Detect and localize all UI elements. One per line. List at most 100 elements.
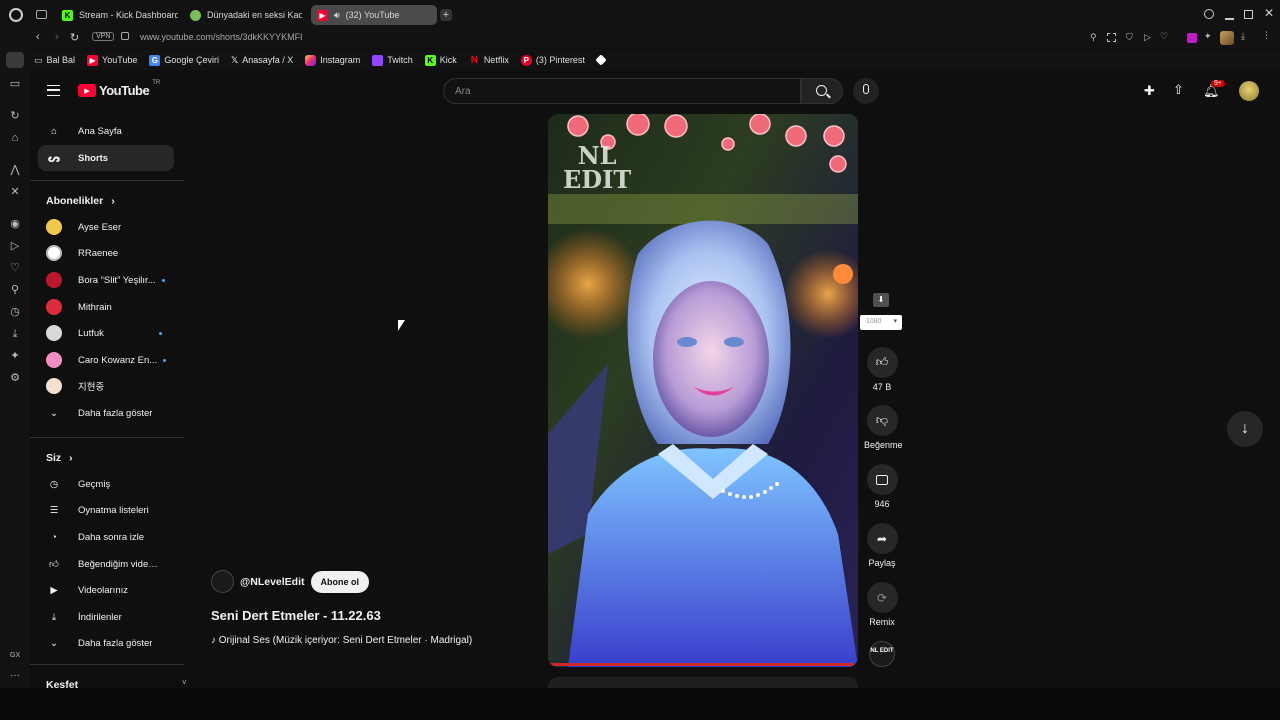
forward-icon[interactable]: › bbox=[55, 31, 59, 43]
bookmark-youtube[interactable]: ▶ YouTube bbox=[87, 54, 137, 66]
notifications-button[interactable]: 🔔︎ 9+ bbox=[1203, 80, 1225, 100]
downloads-icon[interactable]: ⤓ bbox=[1241, 31, 1245, 42]
you-title[interactable]: Siz › bbox=[46, 452, 73, 464]
controller-icon[interactable]: ▭ bbox=[9, 78, 21, 90]
download-button[interactable]: ⬇ bbox=[873, 293, 889, 307]
tab-search-icon[interactable] bbox=[1204, 9, 1214, 19]
subscription-item[interactable]: RRaenee bbox=[38, 240, 174, 266]
next-short-button[interactable]: ↓ bbox=[1227, 411, 1263, 447]
subscription-item[interactable]: Caro Kowanz En... bbox=[38, 347, 174, 373]
bookmark-twitch[interactable]: Twitch bbox=[372, 54, 413, 66]
music-label[interactable]: ♪ Orijinal Ses (Müzik içeriyor: Seni Der… bbox=[211, 635, 531, 646]
pod-icon[interactable]: ⌂ bbox=[9, 132, 21, 144]
nav-your-videos[interactable]: ▶ Videolarınız bbox=[38, 577, 174, 603]
new-tab-button[interactable]: + bbox=[440, 9, 452, 21]
channel-avatar[interactable] bbox=[211, 570, 234, 593]
search-button[interactable] bbox=[801, 78, 843, 104]
settings-icon[interactable]: ⚙ bbox=[9, 372, 21, 384]
bookmark-netflix[interactable]: N Netflix bbox=[469, 55, 509, 66]
bookmark-x[interactable]: 𝕏 Anasayfa / X bbox=[231, 55, 293, 66]
url-field[interactable]: www.youtube.com/shorts/3dkKKYYKMFI bbox=[140, 32, 303, 42]
quality-select[interactable]: 1080 ▾ bbox=[860, 315, 902, 330]
bookmark-pinterest[interactable]: P (3) Pinterest bbox=[520, 54, 585, 66]
download-sidebar-icon[interactable]: ⤓ bbox=[9, 328, 21, 340]
channel-avatar-button[interactable]: NL EDIT bbox=[869, 641, 895, 667]
bookmark-extra[interactable] bbox=[595, 54, 607, 66]
show-more-you[interactable]: ⌄ Daha fazla göster bbox=[38, 630, 174, 656]
nav-playlists[interactable]: ☰ Oynatma listeleri bbox=[38, 497, 174, 523]
subscribe-button[interactable]: Abone ol bbox=[310, 570, 370, 593]
thumbs-down-icon: 👎︎ bbox=[875, 413, 889, 427]
bookmark-kick[interactable]: K Kick bbox=[424, 54, 457, 66]
subscriptions-title[interactable]: Abonelikler › bbox=[46, 195, 115, 207]
hamburger-menu-icon[interactable] bbox=[47, 85, 60, 96]
history-sidebar-icon[interactable]: ◷ bbox=[9, 306, 21, 318]
explore-title[interactable]: Keşfet bbox=[46, 679, 78, 688]
restore-icon[interactable] bbox=[1244, 10, 1253, 19]
like-button[interactable]: 👍︎ 47 B bbox=[864, 347, 900, 392]
nav-downloads[interactable]: ⤓ İndirilenler bbox=[38, 604, 174, 630]
search-input[interactable]: Ara bbox=[443, 78, 801, 104]
channel-watermark: NL EDIT bbox=[563, 141, 632, 194]
channel-name[interactable]: @NLevelEdit bbox=[240, 576, 305, 588]
show-more-subscriptions[interactable]: ⌄ Daha fazla göster bbox=[38, 400, 174, 426]
subscription-item[interactable]: 지현중 bbox=[38, 373, 174, 399]
subscription-item[interactable]: Mithrain bbox=[38, 294, 174, 320]
menu-icon[interactable]: ⋮ bbox=[1262, 30, 1271, 41]
more-icon[interactable]: ··· bbox=[10, 670, 20, 681]
nav-watch-later[interactable]: ◔ Daha sonra izle bbox=[38, 524, 174, 550]
speaker-icon[interactable]: 🔊︎ bbox=[334, 10, 340, 21]
home-sidebar-icon[interactable] bbox=[6, 52, 24, 68]
minimize-icon[interactable] bbox=[1225, 18, 1234, 20]
close-icon[interactable]: ✕ bbox=[1264, 6, 1274, 20]
create-button[interactable]: ✚ bbox=[1144, 83, 1155, 99]
nav-liked-videos[interactable]: 👍︎ Beğendiğim videolar bbox=[38, 551, 174, 577]
play-icon[interactable]: ▷ bbox=[1144, 32, 1151, 43]
tab-youtube[interactable]: ▶ 🔊︎ (32) YouTube bbox=[311, 5, 437, 25]
x-sidebar-icon[interactable]: ✕ bbox=[9, 186, 21, 198]
nav-home[interactable]: ⌂ Ana Sayfa bbox=[38, 118, 174, 144]
reload-icon[interactable]: ↻ bbox=[70, 31, 79, 44]
nav-shorts[interactable]: ᔕ Shorts bbox=[38, 145, 174, 171]
nav-history[interactable]: ◷ Geçmiş bbox=[38, 471, 174, 497]
account-avatar[interactable] bbox=[1239, 81, 1259, 101]
refresh-sidebar-icon[interactable]: ↻ bbox=[9, 110, 21, 122]
scroll-down-icon[interactable]: ˅ bbox=[182, 678, 187, 687]
upload-icon[interactable]: ⇧ bbox=[1173, 82, 1184, 98]
share-button[interactable]: ➦ Paylaş bbox=[864, 523, 900, 568]
puzzle-icon[interactable]: ✦ bbox=[1204, 31, 1212, 42]
bookmark-folder[interactable]: ▭ Bal Bal bbox=[34, 55, 75, 66]
bookmark-instagram[interactable]: Instagram bbox=[305, 54, 360, 66]
short-title[interactable]: Seni Dert Etmeler - 11.22.63 bbox=[211, 608, 531, 623]
tab-workspace-icon[interactable] bbox=[36, 10, 47, 19]
scroll-up-icon[interactable]: ˄ bbox=[182, 112, 187, 115]
snapshot-icon[interactable] bbox=[1107, 33, 1116, 42]
heart-icon[interactable]: ♡ bbox=[1160, 31, 1168, 42]
opera-logo-icon[interactable] bbox=[9, 8, 23, 22]
favorites-icon[interactable]: ♡ bbox=[9, 262, 21, 274]
pin-icon[interactable]: ⚲ bbox=[1090, 32, 1097, 43]
shield-icon[interactable]: ⛉ bbox=[1126, 32, 1133, 43]
short-video-player[interactable]: NL EDIT bbox=[548, 114, 858, 667]
youtube-logo[interactable]: ▶ YouTube TR bbox=[78, 80, 160, 98]
back-icon[interactable]: ‹ bbox=[36, 31, 40, 43]
extension-icon[interactable] bbox=[1187, 33, 1197, 43]
subscription-item[interactable]: Bora “Slit” Yeşilır... bbox=[38, 267, 174, 293]
vpn-badge[interactable]: VPN bbox=[92, 32, 115, 41]
comments-button[interactable]: 946 bbox=[864, 464, 900, 509]
record-icon[interactable]: ◉ bbox=[9, 218, 21, 230]
gx-label[interactable]: GX bbox=[10, 652, 20, 659]
pin-sidebar-icon[interactable]: ⚲ bbox=[9, 284, 21, 296]
tab-kick-dashboard[interactable]: K Stream - Kick Dashboard bbox=[56, 5, 178, 25]
player-icon[interactable]: ▷ bbox=[9, 240, 21, 252]
subscription-item[interactable]: Lutfuk bbox=[38, 320, 174, 346]
extensions-sidebar-icon[interactable]: ✦ bbox=[9, 350, 21, 362]
kick-sidebar-icon[interactable]: ⋀ bbox=[9, 164, 21, 176]
bookmark-translate[interactable]: G Google Çeviri bbox=[149, 54, 219, 66]
profile-icon[interactable] bbox=[1220, 31, 1234, 45]
voice-search-button[interactable] bbox=[853, 78, 879, 104]
remix-button[interactable]: ⟳ Remix bbox=[864, 582, 900, 627]
tab-article[interactable]: Dünyadaki en seksi Kadın bbox=[184, 5, 302, 25]
dislike-button[interactable]: 👎︎ Beğenme bbox=[864, 405, 903, 450]
subscription-item[interactable]: Ayse Eser bbox=[38, 214, 174, 240]
